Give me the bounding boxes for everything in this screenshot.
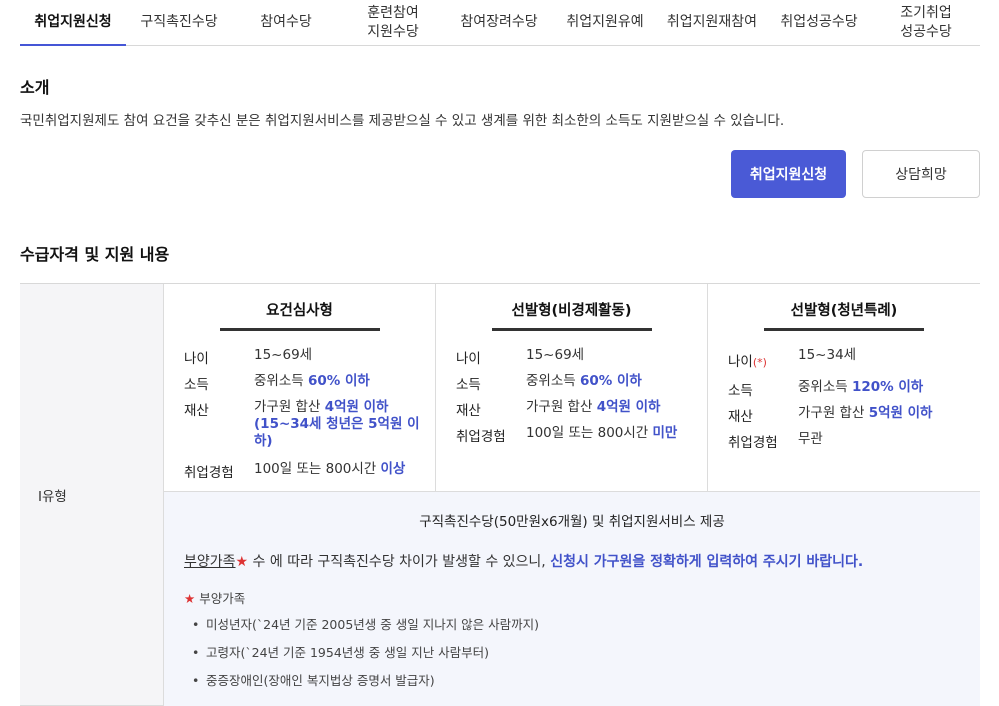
dependents-heading: ★ 부양가족 <box>184 588 245 607</box>
row-value: 15~69세 <box>254 347 313 363</box>
value-highlight: 4억원 이하 <box>324 399 389 415</box>
dependents-link[interactable]: 부양가족 <box>184 554 236 570</box>
eligibility-table: I유형 요건심사형 나이 15~69세 소득 중위소득 60% 이하 재산 가구… <box>20 283 980 706</box>
star-icon: ★ <box>235 554 249 570</box>
value-highlight-note: (15~34세 청년은 5억원 이하) <box>254 416 420 449</box>
row-value: 중위소득 120% 이하 <box>798 379 968 396</box>
column-title-underline <box>492 328 652 331</box>
value-highlight: 미만 <box>652 425 678 441</box>
tab-employment-success-allowance[interactable]: 취업성공수당 <box>766 0 872 45</box>
row-key: 나이 <box>456 351 481 367</box>
row-value: 가구원 합산 4억원 이하 <box>526 399 696 416</box>
tab-participation-incentive[interactable]: 참여장려수당 <box>446 0 552 45</box>
tab-support-reparticipation[interactable]: 취업지원재참여 <box>658 0 766 45</box>
dependents-notice: 부양가족★ 수 에 따라 구직촉진수당 차이가 발생할 수 있으니, 신청시 가… <box>184 551 863 571</box>
value-text: 가구원 합산 <box>526 399 597 415</box>
section-title: 수급자격 및 지원 내용 <box>20 245 170 264</box>
value-text: 100일 또는 800시간 <box>254 461 381 477</box>
tab-participation-allowance[interactable]: 참여수당 <box>232 0 340 45</box>
row-key-text: 나이 <box>728 354 753 370</box>
column-title: 선발형(비경제활동) <box>511 303 632 319</box>
row-value: 100일 또는 800시간 이상 <box>254 461 424 478</box>
column-selection-youth-special: 선발형(청년특례) 나이(*) 15~34세 소득 중위소득 120% 이하 재… <box>708 284 980 492</box>
apply-button[interactable]: 취업지원신청 <box>731 150 846 198</box>
dependents-heading-text: 부양가족 <box>195 591 246 606</box>
column-title: 요건심사형 <box>266 303 333 319</box>
list-item: 미성년자(`24년 기준 2005년생 중 생일 지나지 않은 사람까지) <box>192 616 539 644</box>
support-summary: 구직촉진수당(50만원x6개월) 및 취업지원서비스 제공 <box>419 514 725 530</box>
tab-early-employment-success-allowance[interactable]: 조기취업 성공수당 <box>872 0 980 45</box>
column-title-underline <box>764 328 924 331</box>
column-title-underline <box>220 328 380 331</box>
row-label: I유형 <box>38 489 67 505</box>
intro-title: 소개 <box>20 78 50 97</box>
row-head: I유형 <box>20 284 164 706</box>
row-value: 중위소득 60% 이하 <box>526 373 696 390</box>
value-highlight: 4억원 이하 <box>596 399 661 415</box>
intro-text: 국민취업지원제도 참여 요건을 갖추신 분은 취업지원서비스를 제공받으실 수 … <box>20 113 785 129</box>
row-key: 재산 <box>728 409 753 425</box>
column-title: 선발형(청년특례) <box>790 303 898 319</box>
asterisk-mark: (*) <box>752 356 767 369</box>
value-highlight: 120% 이하 <box>851 379 924 395</box>
value-text: 가구원 합산 <box>254 399 325 415</box>
value-highlight: 이상 <box>380 461 406 477</box>
row-value: 100일 또는 800시간 미만 <box>526 425 696 442</box>
row-value: 가구원 합산 5억원 이하 <box>798 405 968 422</box>
row-value: 무관 <box>798 431 823 447</box>
row-value: 15~34세 <box>798 347 857 363</box>
row-key: 재산 <box>184 403 209 419</box>
value-text: 중위소득 <box>254 373 308 389</box>
row-key: 취업경험 <box>184 465 234 481</box>
row-key: 소득 <box>456 377 481 393</box>
value-text: 중위소득 <box>798 379 852 395</box>
notice-highlight: 신청시 가구원을 정확하게 입력하여 주시기 바랍니다. <box>550 554 864 570</box>
star-icon: ★ <box>184 591 196 606</box>
value-highlight: 5억원 이하 <box>868 405 933 421</box>
tab-employment-support-application[interactable]: 취업지원신청 <box>20 0 126 46</box>
row-key: 재산 <box>456 403 481 419</box>
tab-training-participation-allowance[interactable]: 훈련참여 지원수당 <box>340 0 446 45</box>
row-key: 소득 <box>728 383 753 399</box>
value-text: 100일 또는 800시간 <box>526 425 653 441</box>
value-text: 중위소득 <box>526 373 580 389</box>
row-value: 중위소득 60% 이하 <box>254 373 424 390</box>
value-text: 가구원 합산 <box>798 405 869 421</box>
list-item: 고령자(`24년 기준 1954년생 중 생일 지난 사람부터) <box>192 644 539 672</box>
dependents-list: 미성년자(`24년 기준 2005년생 중 생일 지나지 않은 사람까지) 고령… <box>192 616 539 700</box>
row-key: 소득 <box>184 377 209 393</box>
list-item: 중증장애인(장애인 복지법상 증명서 발급자) <box>192 672 539 700</box>
tab-support-deferral[interactable]: 취업지원유예 <box>552 0 658 45</box>
column-selection-non-economic: 선발형(비경제활동) 나이 15~69세 소득 중위소득 60% 이하 재산 가… <box>436 284 708 492</box>
value-highlight: 60% 이하 <box>307 373 370 389</box>
row-value: 15~69세 <box>526 347 585 363</box>
support-details-panel: 구직촉진수당(50만원x6개월) 및 취업지원서비스 제공 부양가족★ 수 에 … <box>164 492 980 706</box>
row-key: 나이(*) <box>728 350 808 370</box>
row-key: 취업경험 <box>456 429 506 445</box>
row-key: 나이 <box>184 351 209 367</box>
row-key: 취업경험 <box>728 435 778 451</box>
consult-button[interactable]: 상담희망 <box>862 150 980 198</box>
tab-job-seeking-allowance[interactable]: 구직촉진수당 <box>126 0 232 45</box>
column-requirement-review: 요건심사형 나이 15~69세 소득 중위소득 60% 이하 재산 가구원 합산… <box>164 284 436 492</box>
row-value: 가구원 합산 4억원 이하 (15~34세 청년은 5억원 이하) <box>254 399 424 450</box>
notice-text: 수 에 따라 구직촉진수당 차이가 발생할 수 있으니, <box>248 554 551 570</box>
tab-bar: 취업지원신청 구직촉진수당 참여수당 훈련참여 지원수당 참여장려수당 취업지원… <box>20 0 980 46</box>
value-highlight: 60% 이하 <box>579 373 642 389</box>
